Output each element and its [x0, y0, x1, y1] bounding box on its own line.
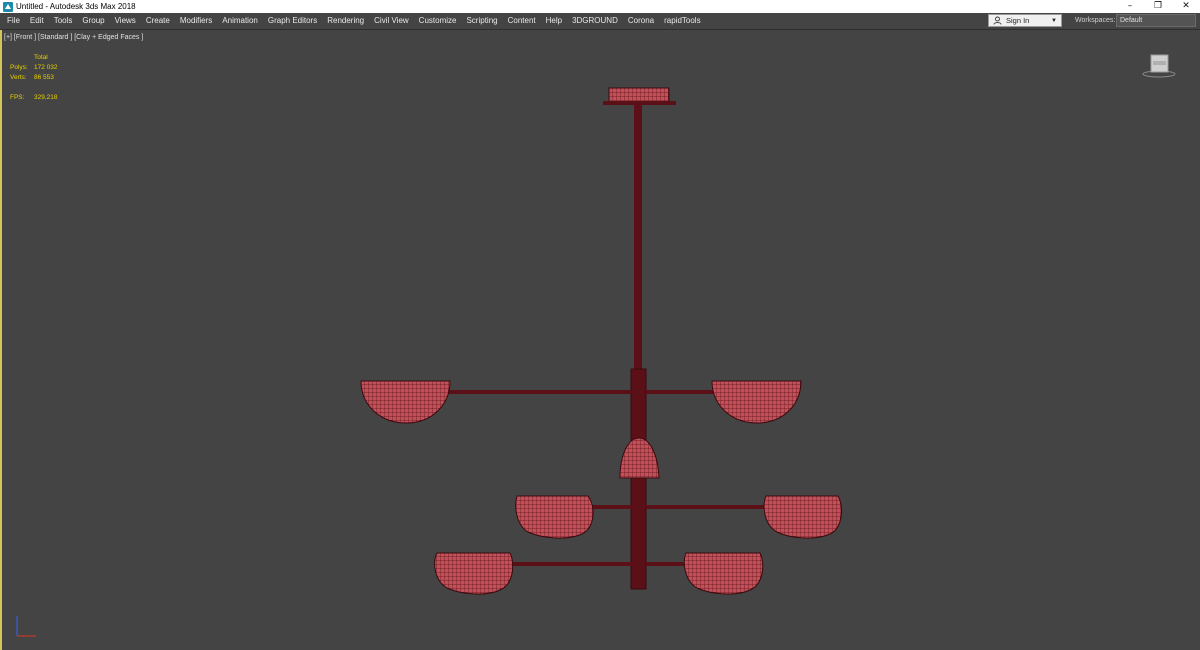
scoop-shade-middle-left[interactable]	[515, 495, 594, 539]
center-bell-shade[interactable]	[619, 437, 660, 479]
chandelier-model[interactable]	[0, 0, 1200, 650]
polys-value: 172 032	[34, 64, 58, 71]
verts-value: 86 553	[34, 74, 54, 81]
canopy-plate	[603, 101, 676, 105]
axis-tripod-icon	[16, 616, 36, 637]
verts-label: Verts:	[10, 74, 27, 81]
stem-hub[interactable]	[630, 368, 647, 590]
upper-arm	[446, 390, 631, 394]
upper-arm	[646, 390, 716, 394]
main-stem[interactable]	[634, 105, 642, 370]
lower-arm	[508, 562, 632, 566]
ceiling-canopy[interactable]	[608, 87, 670, 104]
viewcube-icon[interactable]	[1142, 53, 1176, 79]
middle-arm	[590, 505, 632, 509]
scoop-shade-middle-right[interactable]	[763, 495, 843, 539]
fps-label: FPS:	[10, 94, 25, 101]
scoop-shade-lower-right[interactable]	[683, 552, 764, 595]
viewport-label-menu[interactable]: [+] [Front ] [Standard ] [Clay + Edged F…	[4, 34, 143, 41]
lower-arm	[646, 562, 690, 566]
viewport-statistics: Total Polys: 172 032 Verts: 86 553 FPS: …	[10, 53, 58, 103]
middle-arm	[646, 505, 771, 509]
stats-header: Total	[34, 54, 48, 61]
fps-value: 329,218	[34, 94, 58, 101]
polys-label: Polys:	[10, 64, 28, 71]
bowl-shade-upper-left[interactable]	[360, 380, 451, 424]
bowl-shade-upper-right[interactable]	[711, 380, 802, 424]
scoop-shade-lower-left[interactable]	[434, 552, 514, 595]
